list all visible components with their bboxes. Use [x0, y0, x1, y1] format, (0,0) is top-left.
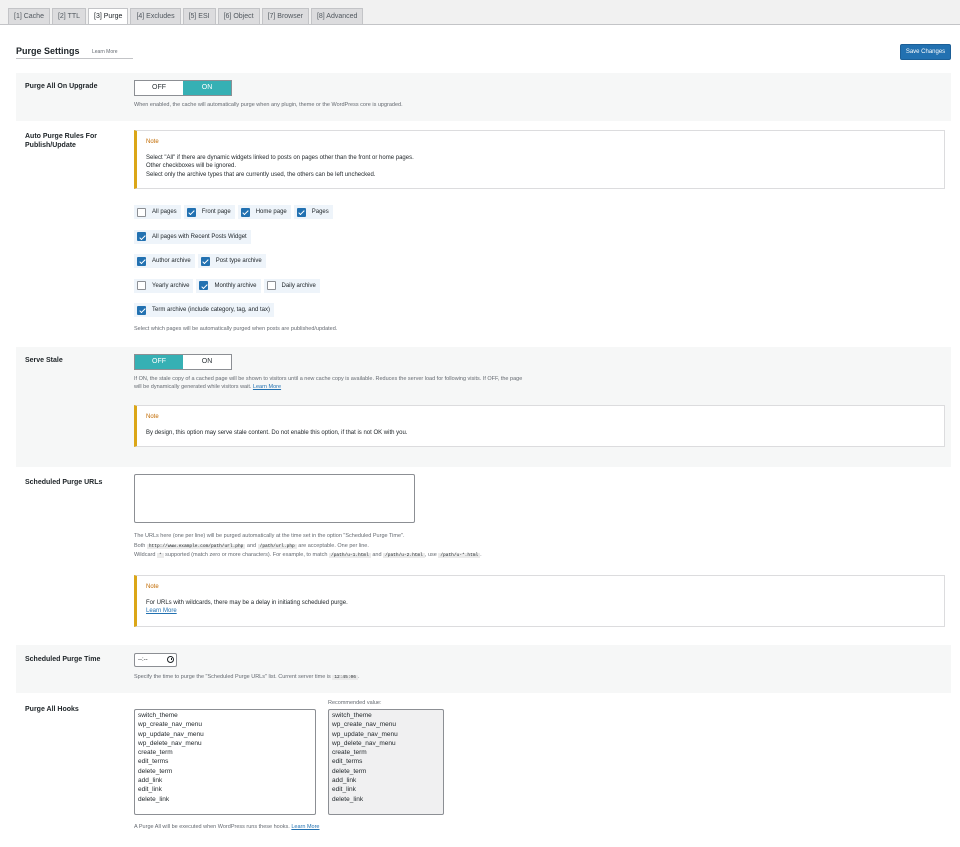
- checkbox-empty-icon[interactable]: [266, 281, 276, 290]
- purge-hooks-textarea[interactable]: [134, 709, 316, 815]
- tab-4[interactable]: [4] Excludes: [130, 8, 181, 24]
- purge-rule-checkbox[interactable]: Author archive: [134, 254, 195, 268]
- checkbox-empty-icon[interactable]: [137, 281, 146, 290]
- serve-stale-note-title: Note: [146, 414, 159, 420]
- scheduled-time-desc: Specify the time to purge the "Scheduled…: [134, 674, 360, 680]
- tab-7[interactable]: [7] Browser: [261, 8, 309, 24]
- auto-purge-row: Auto Purge Rules For Publish/Update Note …: [16, 123, 951, 345]
- purge-upgrade-desc: When enabled, the cache will automatical…: [134, 102, 403, 108]
- title-learn-more-link[interactable]: Learn More: [92, 49, 118, 55]
- scheduled-urls-textarea[interactable]: [134, 474, 415, 523]
- auto-purge-label: Auto Purge Rules For Publish/Update: [25, 133, 97, 149]
- tab-5[interactable]: [5] ESI: [182, 8, 216, 24]
- server-time: 12:45:06: [332, 675, 358, 680]
- purge-hooks-learn-more-link[interactable]: Learn More: [291, 824, 319, 830]
- scheduled-urls-learn-more-link[interactable]: Learn More: [146, 608, 177, 614]
- tab-3[interactable]: [3] Purge: [88, 8, 129, 25]
- clock-icon[interactable]: [167, 656, 174, 663]
- checkbox-label: All pages with Recent Posts Widget: [152, 233, 247, 240]
- tab-8[interactable]: [8] Advanced: [310, 8, 364, 24]
- auto-purge-desc: Select which pages will be automatically…: [134, 326, 338, 332]
- purge-upgrade-off[interactable]: OFF: [135, 81, 183, 95]
- scheduled-urls-label: Scheduled Purge URLs: [25, 479, 103, 486]
- purge-rule-checkbox[interactable]: All pages: [134, 205, 181, 219]
- checkbox-label: Daily archive: [281, 282, 316, 289]
- auto-purge-note-line: Select only the archive types that are c…: [146, 171, 376, 178]
- serve-stale-on[interactable]: ON: [183, 355, 231, 369]
- auto-purge-note: Note Select "All" if there are dynamic w…: [134, 130, 945, 189]
- scheduled-time-input[interactable]: --:--: [134, 653, 177, 667]
- serve-stale-note-text: By design, this option may serve stale c…: [146, 429, 408, 436]
- checkbox-checked-icon[interactable]: [240, 207, 250, 217]
- purge-rule-checkbox[interactable]: Post type archive: [197, 254, 266, 268]
- purge-rule-checkbox[interactable]: Term archive (include category, tag, and…: [134, 303, 274, 317]
- checkbox-row: Author archive Post type archive: [134, 254, 336, 268]
- checkbox-label: Yearly archive: [152, 282, 190, 289]
- checkbox-row: All pages Front page Home page Pages: [134, 205, 336, 219]
- serve-stale-note: Note By design, this option may serve st…: [134, 405, 945, 447]
- purge-rule-checkbox[interactable]: Home page: [237, 205, 291, 219]
- purge-upgrade-switch[interactable]: OFF ON: [134, 80, 232, 96]
- checkbox-label: Home page: [255, 209, 287, 215]
- save-changes-button[interactable]: Save Changes: [900, 44, 951, 60]
- serve-stale-learn-more-link[interactable]: Learn More: [253, 384, 281, 390]
- scheduled-urls-note: Note For URLs with wildcards, there may …: [134, 575, 945, 627]
- checkbox-checked-icon[interactable]: [199, 281, 209, 290]
- purge-rule-checkbox[interactable]: Front page: [183, 205, 235, 219]
- serve-stale-row: Serve Stale OFF ON If ON, the stale copy…: [16, 347, 951, 467]
- auto-purge-note-line: Other checkboxes will be ignored.: [146, 163, 237, 169]
- title-divider: [16, 58, 133, 59]
- scheduled-urls-desc: The URLs here (one per line) will be pur…: [134, 533, 482, 558]
- checkbox-row: All pages with Recent Posts Widget: [134, 229, 336, 244]
- checkbox-row: Term archive (include category, tag, and…: [134, 303, 336, 317]
- serve-stale-off[interactable]: OFF: [135, 355, 183, 369]
- checkbox-checked-icon[interactable]: [137, 232, 146, 241]
- serve-stale-desc: If ON, the stale copy of a cached page w…: [134, 376, 523, 390]
- purge-hooks-desc: A Purge All will be executed when WordPr…: [134, 824, 320, 830]
- tab-bar: [1] Cache [2] TTL [3] Purge [4] Excludes [5]…: [8, 8, 364, 25]
- purge-upgrade-label: Purge All On Upgrade: [25, 83, 98, 90]
- purge-rule-checkbox[interactable]: All pages with Recent Posts Widget: [134, 229, 251, 244]
- checkbox-label: Author archive: [152, 258, 191, 264]
- checkbox-checked-icon[interactable]: [200, 256, 210, 266]
- tab-2[interactable]: [2] TTL: [51, 8, 87, 24]
- recommended-value-label: Recommended value:: [328, 700, 382, 706]
- auto-purge-note-line: Select "All" if there are dynamic widget…: [146, 154, 414, 161]
- settings-panel: Purge Settings Learn More Save Changes P…: [0, 25, 960, 847]
- scheduled-time-label: Scheduled Purge Time: [25, 656, 101, 663]
- checkbox-checked-icon[interactable]: [186, 207, 196, 217]
- purge-rule-checkbox[interactable]: Daily archive: [263, 278, 320, 293]
- auto-purge-note-title: Note: [146, 139, 159, 145]
- checkbox-row: Yearly archive Monthly archive Daily archi…: [134, 278, 336, 293]
- purge-hooks-label: Purge All Hooks: [25, 706, 79, 713]
- tab-1[interactable]: [1] Cache: [8, 8, 50, 24]
- checkbox-label: Pages: [311, 209, 329, 215]
- checkbox-label: Monthly archive: [214, 282, 257, 289]
- checkbox-checked-icon[interactable]: [137, 305, 146, 315]
- purge-rule-checkbox[interactable]: Yearly archive: [134, 278, 194, 293]
- checkbox-checked-icon[interactable]: [137, 256, 146, 266]
- purge-rule-checkboxes: All pages Front page Home page Pages All pag…: [134, 205, 336, 328]
- serve-stale-switch[interactable]: OFF ON: [134, 354, 232, 370]
- recommended-hooks-textarea: [328, 709, 444, 815]
- purge-rule-checkbox[interactable]: Pages: [293, 205, 333, 219]
- serve-stale-label: Serve Stale: [25, 357, 63, 364]
- scheduled-urls-row: Scheduled Purge URLs The URLs here (one …: [16, 469, 951, 639]
- purge-upgrade-on[interactable]: ON: [183, 81, 231, 95]
- checkbox-label: All pages: [152, 209, 177, 215]
- page-title: Purge Settings: [16, 46, 80, 56]
- purge-hooks-row: Purge All Hooks Recommended value: A Pur…: [16, 695, 951, 835]
- checkbox-empty-icon[interactable]: [137, 207, 146, 217]
- tab-6[interactable]: [6] Object: [217, 8, 260, 24]
- scheduled-urls-note-text: For URLs with wildcards, there may be a …: [146, 599, 348, 606]
- checkbox-label: Front page: [201, 209, 231, 215]
- purge-rule-checkbox[interactable]: Monthly archive: [196, 278, 261, 293]
- purge-upgrade-row: Purge All On Upgrade OFF ON When enabled…: [16, 73, 951, 121]
- time-value: --:--: [138, 657, 148, 663]
- checkbox-label: Post type archive: [215, 258, 262, 264]
- checkbox-checked-icon[interactable]: [296, 207, 306, 217]
- scheduled-time-row: Scheduled Purge Time --:-- Specify the t…: [16, 645, 951, 693]
- checkbox-label: Term archive (include category, tag, and…: [152, 307, 270, 313]
- scheduled-urls-note-title: Note: [146, 584, 159, 590]
